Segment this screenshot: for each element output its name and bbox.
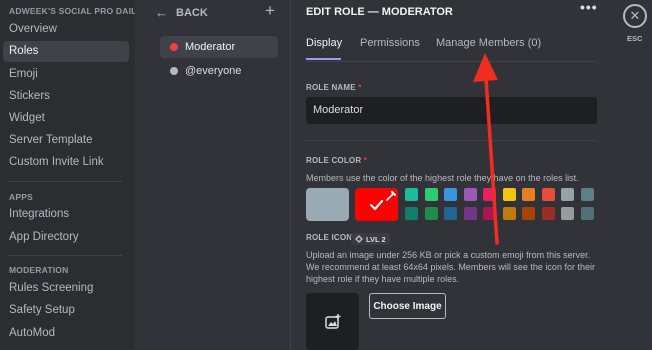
tabs-divider: [306, 61, 597, 62]
server-name-header: ADWEEK'S SOCIAL PRO DAILY: [9, 6, 142, 16]
default-color-swatch[interactable]: [306, 188, 349, 221]
color-swatch[interactable]: [541, 207, 555, 220]
sidebar-item-emoji[interactable]: Emoji: [3, 64, 129, 85]
plus-icon[interactable]: +: [265, 1, 275, 21]
role-name-label-text: ROLE NAME: [306, 83, 356, 92]
sidebar-item-safety-setup[interactable]: Safety Setup: [3, 300, 129, 321]
choose-image-button[interactable]: Choose Image: [369, 293, 446, 319]
sidebar-item-rules-screening[interactable]: Rules Screening: [3, 278, 129, 299]
required-mark: *: [358, 83, 362, 92]
tab-permissions[interactable]: Permissions: [360, 37, 420, 49]
arrow-left-icon: ←: [155, 5, 168, 20]
color-swatch[interactable]: [522, 207, 535, 220]
color-swatch[interactable]: [483, 188, 496, 201]
moderation-header: MODERATION: [9, 265, 69, 275]
page-title: EDIT ROLE — MODERATOR: [306, 6, 453, 18]
role-icon-upload-box[interactable]: [306, 293, 359, 350]
role-icon-help: Upload an image under 256 KB or pick a c…: [306, 250, 595, 284]
sidebar-item-custom-invite-link[interactable]: Custom Invite Link: [3, 152, 129, 173]
role-name-input[interactable]: [306, 97, 597, 124]
sidebar-item-automod[interactable]: AutoMod: [3, 323, 129, 344]
color-swatch[interactable]: [541, 188, 555, 201]
sidebar-divider: [8, 181, 122, 182]
more-options-icon[interactable]: •••: [580, 0, 598, 15]
color-swatch[interactable]: [424, 188, 438, 201]
color-swatch[interactable]: [405, 207, 418, 220]
color-swatch[interactable]: [405, 188, 418, 201]
roles-list-panel: ← BACK + Moderator @everyone: [135, 0, 291, 350]
required-mark: *: [363, 156, 368, 165]
boost-gem-icon: [355, 235, 363, 243]
role-name: @everyone: [185, 65, 242, 77]
color-swatch[interactable]: [580, 188, 594, 201]
role-item-moderator[interactable]: Moderator: [160, 36, 278, 58]
sidebar-item-roles[interactable]: Roles: [3, 41, 129, 62]
boost-level-badge: LVL 2: [351, 233, 390, 245]
role-color-help: Members use the color of the highest rol…: [306, 173, 579, 183]
sidebar-item-app-directory[interactable]: App Directory: [3, 227, 129, 248]
color-swatch[interactable]: [444, 207, 457, 220]
role-name: Moderator: [185, 41, 236, 53]
role-color-label: ROLE COLOR *: [306, 156, 367, 165]
role-item-everyone[interactable]: @everyone: [160, 60, 278, 82]
color-swatch[interactable]: [463, 188, 477, 201]
role-color-dot: [170, 43, 178, 51]
section-divider: [306, 140, 597, 141]
color-swatch[interactable]: [424, 207, 438, 220]
tab-manage-members[interactable]: Manage Members (0): [436, 37, 541, 49]
lvl-badge-text: LVL 2: [366, 234, 386, 244]
settings-sidebar: ADWEEK'S SOCIAL PRO DAILY Overview Roles…: [0, 0, 141, 350]
color-swatch[interactable]: [463, 207, 477, 220]
tab-display[interactable]: Display: [306, 37, 342, 49]
back-button[interactable]: ← BACK: [155, 5, 208, 20]
checkmark-icon: [369, 190, 397, 211]
role-name-label: ROLE NAME *: [306, 83, 362, 92]
color-swatch[interactable]: [561, 188, 574, 201]
color-swatch[interactable]: [444, 188, 457, 201]
role-color-dot: [170, 67, 178, 75]
sidebar-item-widget[interactable]: Widget: [3, 108, 129, 129]
role-color-label-text: ROLE COLOR: [306, 156, 362, 165]
close-icon[interactable]: ✕: [623, 4, 647, 28]
sidebar-item-server-template[interactable]: Server Template: [3, 130, 129, 151]
sidebar-item-integrations[interactable]: Integrations: [3, 204, 129, 225]
color-swatch[interactable]: [502, 207, 516, 220]
custom-color-swatch[interactable]: [355, 188, 398, 221]
edit-role-panel: EDIT ROLE — MODERATOR ••• Display Permis…: [292, 0, 612, 350]
color-swatch[interactable]: [561, 207, 574, 220]
color-swatch[interactable]: [502, 188, 516, 201]
eyedropper-icon: [386, 190, 397, 201]
image-add-icon: [324, 313, 340, 329]
apps-header: APPS: [9, 192, 33, 202]
color-swatch[interactable]: [522, 188, 535, 201]
color-swatch[interactable]: [580, 207, 594, 220]
back-label: BACK: [176, 6, 208, 19]
esc-label: ESC: [627, 34, 643, 43]
sidebar-divider: [8, 255, 122, 256]
sidebar-item-stickers[interactable]: Stickers: [3, 86, 129, 107]
color-swatch[interactable]: [483, 207, 496, 220]
active-tab-indicator: [306, 58, 341, 60]
sidebar-item-overview[interactable]: Overview: [3, 19, 129, 40]
role-icon-label: ROLE ICON: [306, 233, 353, 242]
